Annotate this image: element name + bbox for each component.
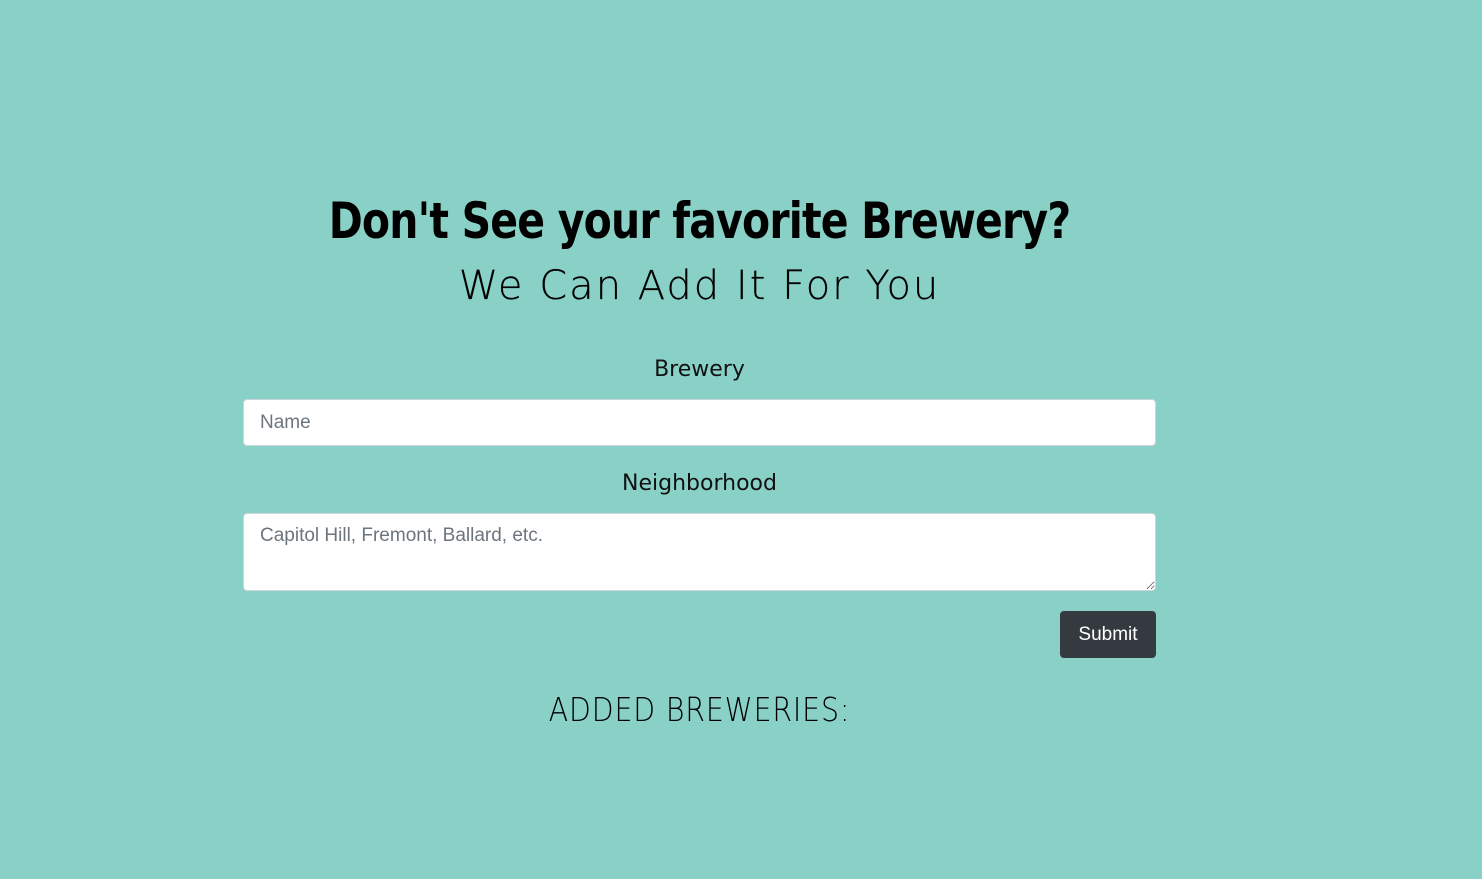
brewery-label: Brewery (654, 357, 745, 382)
neighborhood-label: Neighborhood (622, 471, 777, 496)
page-subtitle: We Can Add It For You (458, 263, 941, 309)
added-breweries-title: ADDED BREWERIES: (548, 690, 851, 729)
neighborhood-textarea[interactable] (243, 513, 1156, 591)
brewery-name-input[interactable] (243, 399, 1156, 446)
page-title: Don't See your favorite Brewery? (328, 192, 1071, 250)
submit-button[interactable]: Submit (1060, 611, 1156, 658)
